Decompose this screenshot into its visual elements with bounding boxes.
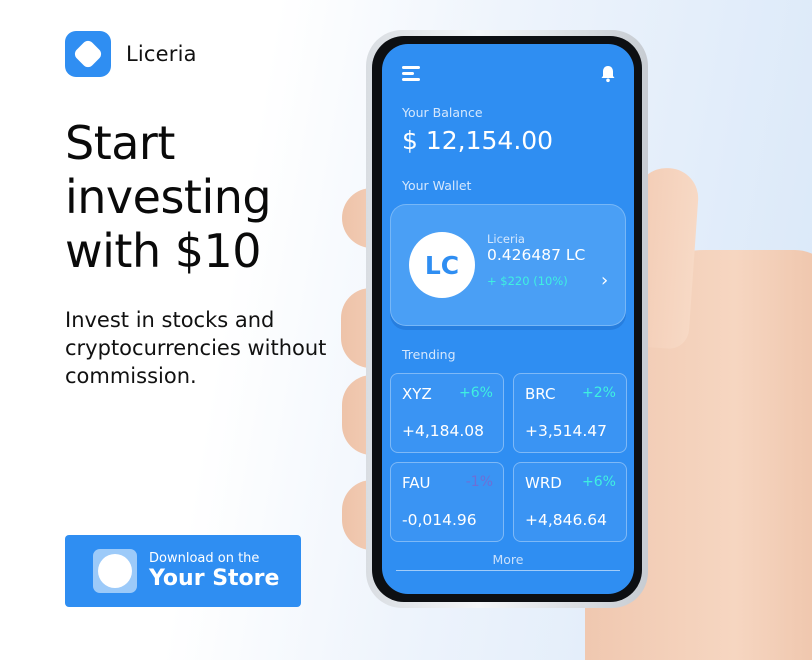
tile-value: -0,014.96 [402, 511, 477, 529]
trending-tile[interactable]: XYZ +6% +4,184.08 [390, 373, 504, 453]
tile-value: +3,514.47 [525, 422, 608, 440]
tile-percent: +6% [582, 474, 616, 490]
tile-symbol: WRD [525, 474, 562, 492]
wallet-label: Your Wallet [402, 178, 472, 193]
more-divider [396, 570, 620, 571]
brand-logo[interactable]: Liceria [65, 31, 197, 77]
store-button-big-text: Your Store [149, 565, 280, 591]
tile-percent: -1% [465, 474, 493, 490]
wallet-coin-name: Liceria [487, 232, 525, 246]
hero-subline: Invest in stocks and cryptocurrencies wi… [65, 308, 327, 388]
tile-symbol: FAU [402, 474, 431, 492]
store-button-small-text: Download on the [149, 550, 260, 566]
store-icon [93, 549, 137, 593]
hero-headline: Start investing with $10 [65, 116, 272, 278]
chevron-right-icon[interactable]: › [601, 270, 608, 291]
brand-name: Liceria [126, 42, 197, 66]
balance-value: $ 12,154.00 [402, 126, 554, 155]
tile-percent: +2% [582, 385, 616, 401]
coin-badge: LC [409, 232, 475, 298]
balance-label: Your Balance [402, 105, 483, 120]
trending-label: Trending [402, 347, 456, 362]
trending-tile[interactable]: FAU -1% -0,014.96 [390, 462, 504, 542]
wallet-change: + $220 (10%) [487, 274, 568, 288]
tile-value: +4,846.64 [525, 511, 608, 529]
more-link[interactable]: More [382, 552, 634, 567]
bell-icon[interactable] [598, 64, 618, 84]
menu-icon[interactable] [402, 66, 420, 81]
trending-tile[interactable]: BRC +2% +3,514.47 [513, 373, 627, 453]
download-store-button[interactable]: Download on the Your Store [65, 535, 301, 607]
tile-symbol: XYZ [402, 385, 432, 403]
logo-icon [65, 31, 111, 77]
tile-percent: +6% [459, 385, 493, 401]
trending-tile[interactable]: WRD +6% +4,846.64 [513, 462, 627, 542]
phone-screen: Your Balance $ 12,154.00 Your Wallet LC … [382, 44, 634, 594]
tile-value: +4,184.08 [402, 422, 485, 440]
wallet-amount: 0.426487 LC [487, 246, 586, 264]
tile-symbol: BRC [525, 385, 556, 403]
wallet-card[interactable]: LC Liceria 0.426487 LC + $220 (10%) › [390, 204, 626, 326]
